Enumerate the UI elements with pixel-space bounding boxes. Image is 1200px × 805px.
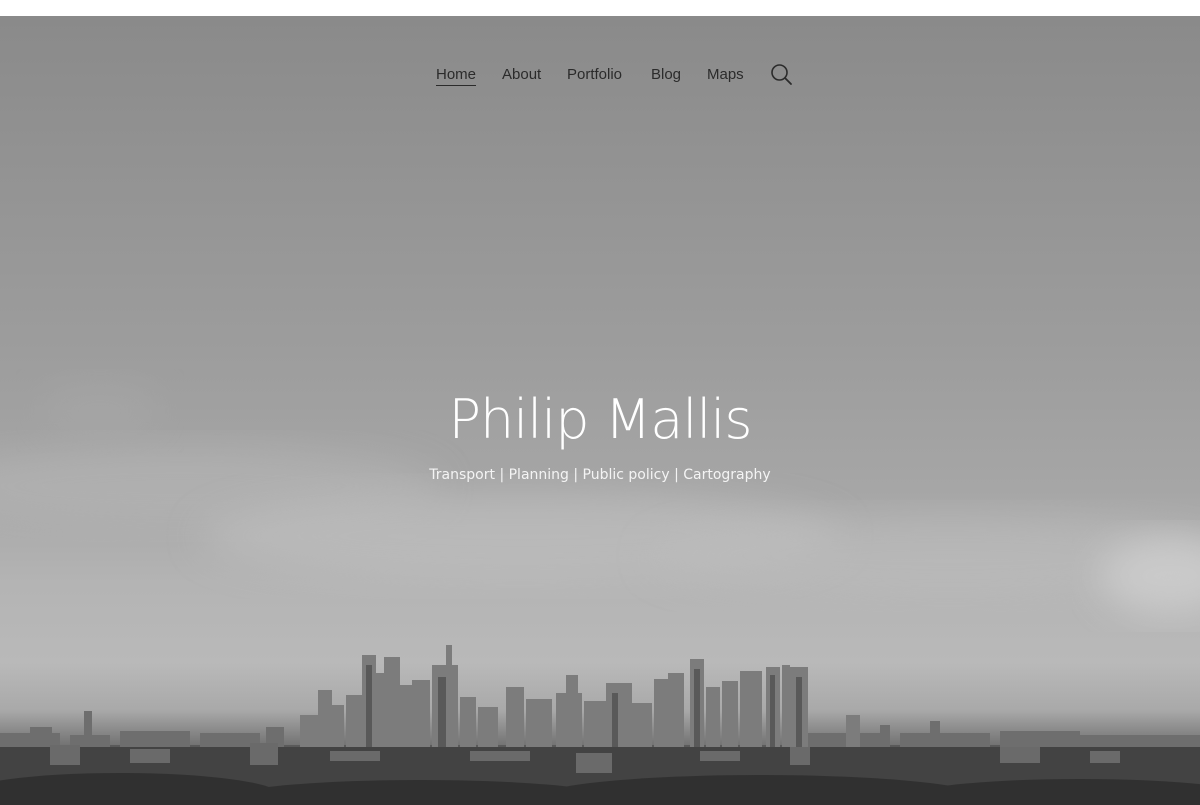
search-icon bbox=[771, 64, 792, 85]
search-button[interactable] bbox=[769, 62, 795, 88]
nav-home[interactable]: Home bbox=[436, 66, 477, 86]
site-title: Philip Mallis bbox=[448, 388, 752, 451]
site-tagline: Transport | Planning | Public policy | C… bbox=[429, 467, 771, 483]
city-skyline-image bbox=[0, 645, 1200, 805]
top-bar bbox=[0, 0, 1200, 16]
hero-banner: Home About Portfolio Blog Maps Philip Ma… bbox=[0, 16, 1200, 805]
nav-about[interactable]: About bbox=[502, 66, 541, 83]
nav-blog[interactable]: Blog bbox=[651, 66, 681, 83]
nav-portfolio[interactable]: Portfolio bbox=[567, 66, 622, 83]
nav-maps[interactable]: Maps bbox=[707, 66, 744, 83]
main-nav: Home About Portfolio Blog Maps bbox=[0, 62, 1200, 92]
